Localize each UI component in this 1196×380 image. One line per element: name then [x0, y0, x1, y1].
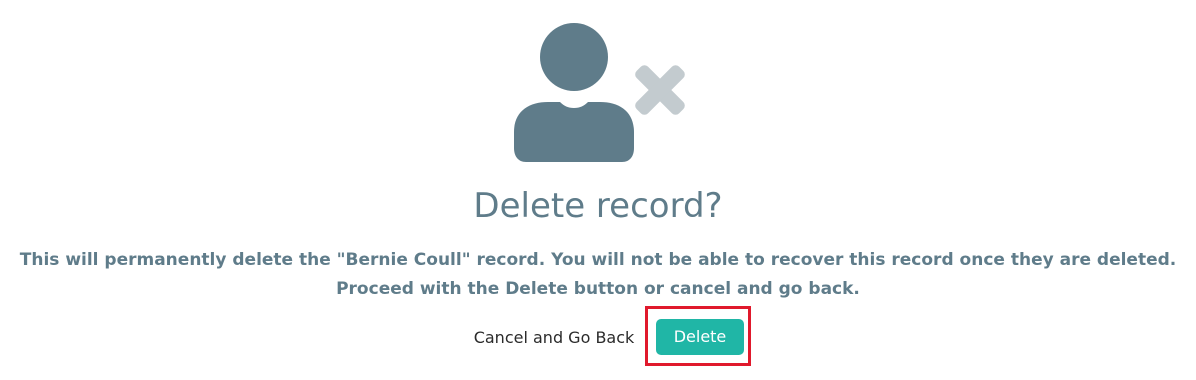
dialog-message: This will permanently delete the "Bernie…	[0, 246, 1196, 304]
delete-user-illustration	[500, 20, 700, 170]
message-line-2: Proceed with the Delete button or cancel…	[336, 279, 860, 299]
close-icon	[635, 65, 685, 115]
cancel-and-go-back-link[interactable]: Cancel and Go Back	[462, 326, 646, 350]
user-icon	[514, 23, 634, 162]
dialog-actions: Cancel and Go Back Delete	[0, 306, 1196, 368]
message-line-1: This will permanently delete the "Bernie…	[19, 250, 1177, 270]
delete-button[interactable]: Delete	[656, 319, 744, 355]
delete-record-dialog: Delete record? This will permanently del…	[0, 0, 1196, 380]
dialog-title: Delete record?	[473, 186, 723, 226]
